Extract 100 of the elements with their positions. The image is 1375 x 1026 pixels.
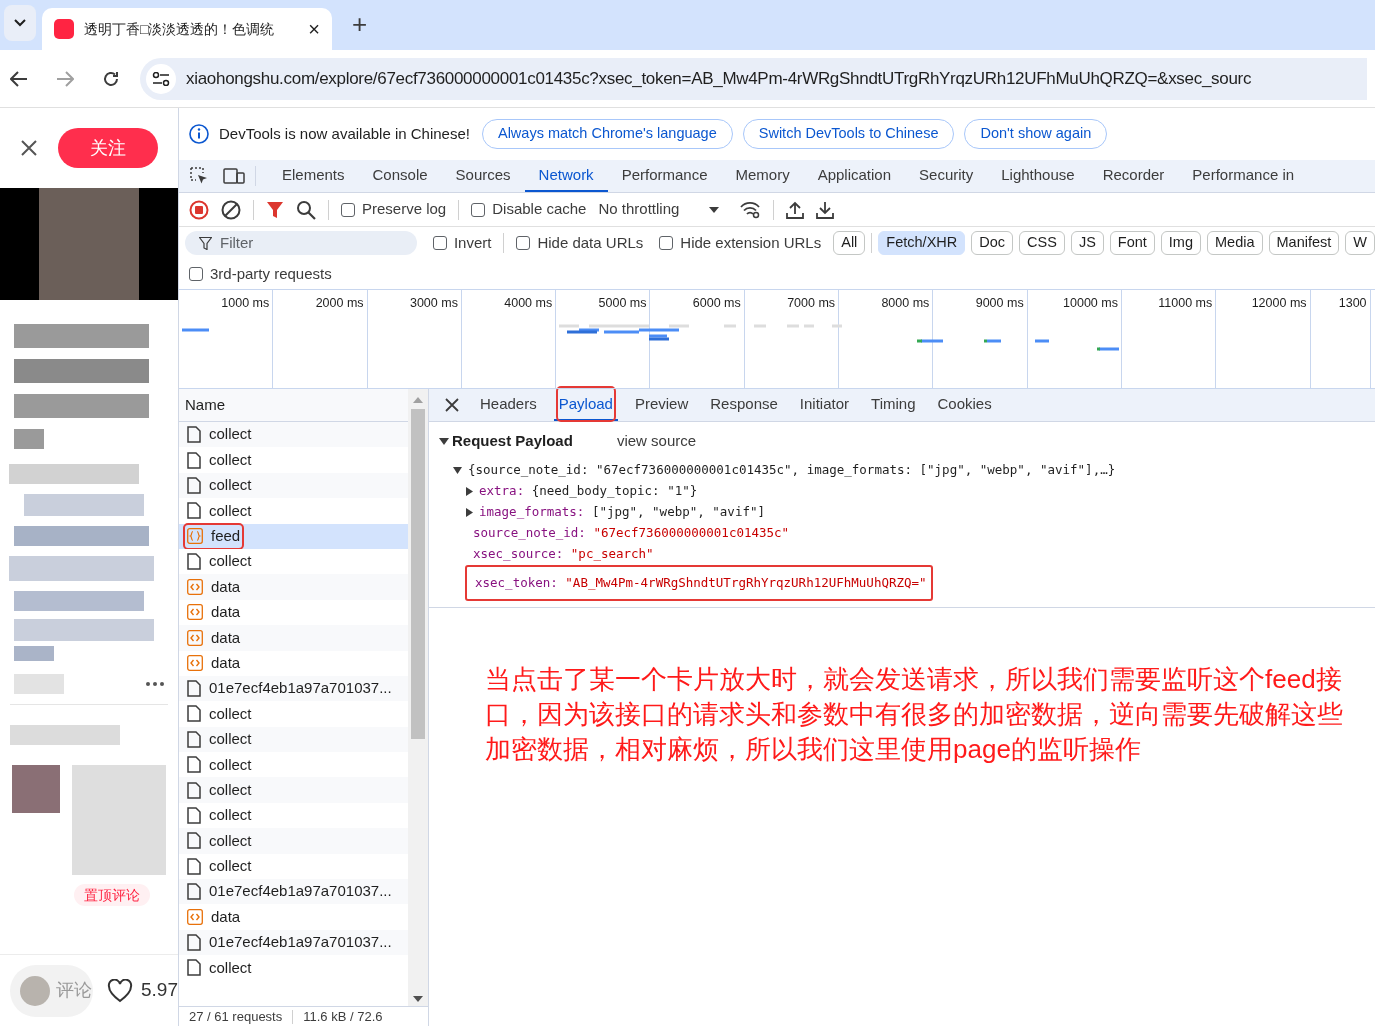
type-filter-button[interactable]: Fetch/XHR	[878, 231, 966, 255]
devtools-tab[interactable]: Performance	[607, 160, 722, 192]
throttling-dropdown[interactable]: No throttling	[598, 198, 720, 221]
caret-down-icon	[453, 467, 462, 474]
more-icon[interactable]	[146, 682, 164, 686]
scrollbar-thumb[interactable]	[411, 409, 425, 739]
request-row[interactable]: 01e7ecf4eb1a97a701037...	[179, 929, 408, 956]
tab-list-button[interactable]	[4, 5, 36, 41]
payload-entry: xsec_source: "pc_search"	[473, 545, 654, 564]
devtools-tab[interactable]: Memory	[721, 160, 804, 192]
scroll-down-icon[interactable]	[413, 996, 423, 1002]
detail-tab[interactable]: Headers	[479, 392, 538, 416]
device-toolbar-icon[interactable]	[223, 166, 245, 186]
devtools-tab[interactable]: Recorder	[1088, 160, 1179, 192]
forward-icon[interactable]	[56, 70, 74, 87]
search-icon[interactable]	[296, 199, 316, 220]
back-icon[interactable]	[10, 70, 28, 87]
request-row[interactable]: collect	[179, 422, 408, 448]
reload-icon[interactable]	[102, 69, 120, 88]
section-header[interactable]: Request Payload	[439, 429, 573, 453]
download-icon[interactable]	[816, 200, 835, 219]
detail-tab[interactable]: Initiator	[798, 392, 851, 416]
close-icon[interactable]	[445, 398, 459, 412]
detail-tab[interactable]: Timing	[870, 392, 917, 416]
browser-tab[interactable]: 透明丁香□淡淡透透的！色调统 ×	[42, 8, 332, 50]
third-party-checkbox[interactable]: 3rd-party requests	[189, 262, 332, 286]
record-stop-icon[interactable]	[189, 199, 209, 220]
type-filter-button[interactable]: JS	[1070, 231, 1104, 255]
devtools-tab[interactable]: Elements	[268, 160, 359, 192]
invert-checkbox[interactable]: Invert	[432, 231, 492, 255]
new-tab-button[interactable]: +	[352, 11, 368, 37]
type-filter-button[interactable]: Manifest	[1268, 231, 1340, 255]
type-filter-button[interactable]: Font	[1109, 231, 1155, 255]
view-source-link[interactable]: view source	[616, 429, 697, 453]
document-icon	[187, 426, 201, 444]
type-filter-button[interactable]: Media	[1207, 231, 1263, 255]
caret-right-icon	[466, 487, 473, 496]
close-tab-button[interactable]: ×	[308, 19, 320, 39]
request-name: collect	[209, 805, 252, 826]
upload-icon[interactable]	[786, 200, 805, 219]
payload-entry: xsec_token: "AB_Mw4Pm-4rWRgShndtUTrgRhYrqzURh12UFhMuUhQRZQ="	[475, 573, 927, 592]
devtools-tab[interactable]: Sources	[441, 160, 525, 192]
payload-entry[interactable]: image_formats: ["jpg", "webp", "avif"]	[479, 503, 765, 522]
blurred-date	[14, 674, 64, 694]
payload-summary[interactable]: {source_note_id: "67ecf736000000001c01435c", image_formats: ["jpg", "webp", "avif"],…}	[468, 461, 1116, 480]
url-text: xiaohongshu.com/explore/67ecf736000000001c01435c?xsec_token=AB_Mw4Pm-4rWRgShndtUTrgRhYrqzURh12UFhMuUhQRZQ=&xsec_sourc	[186, 67, 1252, 90]
request-row[interactable]: feed	[179, 523, 408, 549]
devtools-tab[interactable]: Console	[358, 160, 442, 192]
request-name: data	[211, 906, 241, 927]
hide-extension-urls-checkbox[interactable]: Hide extension URLs	[659, 231, 822, 255]
type-filter-button[interactable]: Doc	[971, 231, 1014, 255]
filter-field[interactable]: Filter	[185, 231, 417, 255]
like-count: 5.97	[141, 978, 178, 1003]
address-bar[interactable]: xiaohongshu.com/explore/67ecf736000000001c01435c?xsec_token=AB_Mw4Pm-4rWRgShndtUTrgRhYrqzURh12UFhMuUhQRZQ=&xsec_sourc	[140, 57, 1367, 100]
filter-icon[interactable]	[266, 200, 284, 219]
close-icon[interactable]	[20, 139, 38, 157]
document-icon	[187, 680, 201, 698]
detail-tab[interactable]: Cookies	[936, 392, 993, 416]
follow-button[interactable]: 关注	[58, 128, 158, 168]
column-header[interactable]: Name	[185, 393, 225, 417]
request-row[interactable]: collect	[179, 828, 408, 854]
devtools-tab[interactable]: Lighthouse	[987, 160, 1089, 192]
devtools-tab[interactable]: Network	[524, 160, 608, 192]
clear-icon[interactable]	[221, 199, 241, 220]
filter-icon	[199, 236, 212, 250]
hide-data-urls-checkbox[interactable]: Hide data URLs	[516, 231, 644, 255]
detail-tab[interactable]: Preview	[633, 392, 690, 416]
request-row[interactable]: 01e7ecf4eb1a97a701037...	[179, 675, 408, 702]
caret-down-icon	[439, 437, 449, 445]
request-row[interactable]: collect	[179, 726, 408, 753]
request-row[interactable]: collect	[179, 777, 408, 803]
devtools-tab[interactable]: Performance in	[1178, 160, 1309, 192]
heart-icon[interactable]	[107, 978, 133, 1003]
timeline-tick-label: 9000 ms	[975, 295, 1024, 312]
request-name: collect	[209, 424, 252, 445]
caret-right-icon	[466, 508, 473, 517]
request-row[interactable]: data	[179, 574, 408, 600]
type-filter-button[interactable]: Img	[1160, 231, 1201, 255]
devtools-tab[interactable]: Security	[905, 160, 988, 192]
disable-cache-checkbox[interactable]: Disable cache	[471, 198, 587, 221]
chevron-down-icon	[14, 19, 26, 27]
request-name: data	[211, 576, 241, 597]
type-filter-button[interactable]: All	[833, 231, 866, 255]
payload-entry[interactable]: extra: {need_body_topic: "1"}	[479, 482, 698, 501]
type-filter-button[interactable]: CSS	[1019, 231, 1065, 255]
sliders-icon	[152, 71, 170, 86]
request-row[interactable]: collect	[179, 472, 408, 499]
request-row[interactable]: 01e7ecf4eb1a97a701037...	[179, 879, 408, 905]
request-row[interactable]: data	[179, 625, 408, 651]
avatar-placeholder	[12, 765, 60, 813]
detail-tab[interactable]: Payload	[557, 387, 614, 421]
detail-tab[interactable]: Response	[709, 392, 779, 416]
devtools-tab[interactable]: Application	[803, 160, 906, 192]
timeline-tick-label: 7000 ms	[787, 295, 836, 312]
site-settings-button[interactable]	[146, 63, 176, 94]
type-filter-button[interactable]: W	[1345, 231, 1375, 255]
preserve-log-checkbox[interactable]: Preserve log	[341, 198, 447, 221]
inspect-element-icon[interactable]	[189, 166, 209, 186]
timeline-tick-label: 1000 ms	[221, 295, 270, 312]
network-conditions-icon[interactable]	[739, 200, 762, 219]
